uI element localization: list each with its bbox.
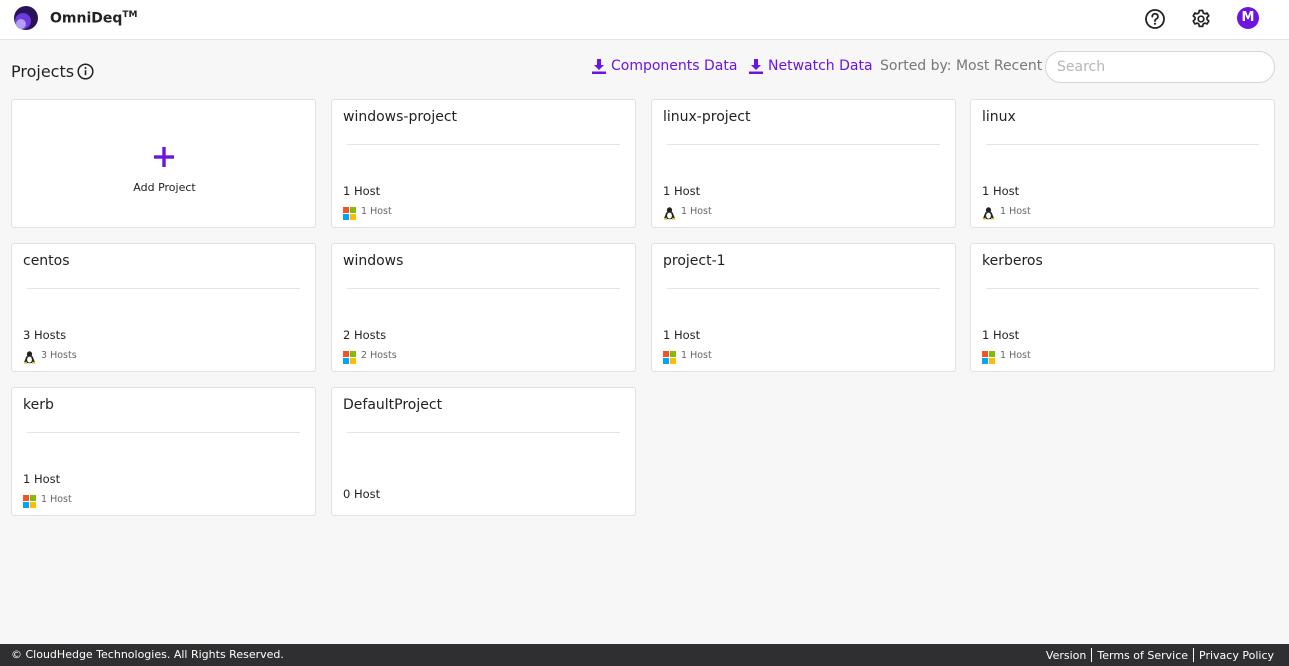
project-card[interactable]: kerberos 1 Host 1 Host [970, 243, 1275, 372]
project-name: project-1 [663, 253, 726, 269]
card-divider [347, 432, 620, 433]
os-host-count: 2 Hosts [361, 350, 397, 361]
terms-of-service-link[interactable]: Terms of Service [1097, 649, 1188, 662]
page-title: Projects [11, 62, 75, 81]
linux-icon [23, 351, 36, 364]
host-count: 1 Host [982, 328, 1020, 342]
version-link[interactable]: Version [1046, 649, 1086, 662]
project-card[interactable]: linux-project 1 Host 1 Host [651, 99, 956, 228]
project-name: kerb [23, 397, 54, 413]
add-project-label: Add Project [133, 181, 196, 194]
netwatch-data-download-button[interactable]: Netwatch Data [749, 58, 873, 76]
omnideq-logo-icon[interactable] [13, 5, 39, 31]
card-divider [986, 144, 1259, 145]
copyright-text: © CloudHedge Technologies. All Rights Re… [11, 648, 284, 661]
components-data-download-button[interactable]: Components Data [592, 58, 737, 76]
card-divider [986, 288, 1259, 289]
info-icon[interactable] [77, 63, 94, 80]
windows-icon [982, 351, 995, 364]
windows-icon [23, 495, 36, 508]
linux-icon [663, 207, 676, 220]
user-avatar[interactable]: M [1237, 7, 1259, 29]
footer-separator [1193, 648, 1195, 662]
settings-gear-icon[interactable] [1190, 8, 1212, 30]
project-name: windows-project [343, 109, 458, 125]
card-divider [27, 288, 300, 289]
card-divider [347, 144, 620, 145]
windows-icon [663, 351, 676, 364]
sort-selector[interactable]: Sorted by: Most Recent [880, 58, 1042, 74]
project-name: windows [343, 253, 404, 269]
search-input[interactable] [1045, 51, 1275, 83]
project-name: linux-project [663, 109, 751, 125]
footer: © CloudHedge Technologies. All Rights Re… [0, 644, 1289, 666]
host-count: 1 Host [982, 184, 1020, 198]
footer-links: Version Terms of Service Privacy Policy [1046, 648, 1274, 662]
project-card[interactable]: centos 3 Hosts 3 Hosts [11, 243, 316, 372]
windows-icon [343, 351, 356, 364]
project-name: kerberos [982, 253, 1043, 269]
plus-icon [154, 147, 174, 167]
os-host-count: 1 Host [41, 494, 72, 505]
card-divider [347, 288, 620, 289]
project-name: centos [23, 253, 70, 269]
card-divider [667, 144, 940, 145]
project-card[interactable]: project-1 1 Host 1 Host [651, 243, 956, 372]
components-data-label: Components Data [611, 58, 738, 74]
brand-text: OmniDeq [50, 10, 123, 27]
host-count: 1 Host [23, 472, 61, 486]
add-project-card[interactable]: Add Project [11, 99, 316, 228]
trademark-mark: TM [122, 10, 138, 20]
project-card[interactable]: windows-project 1 Host 1 Host [331, 99, 636, 228]
host-count: 3 Hosts [23, 328, 67, 342]
windows-icon [343, 207, 356, 220]
privacy-policy-link[interactable]: Privacy Policy [1199, 649, 1274, 662]
netwatch-data-label: Netwatch Data [768, 58, 873, 74]
help-icon[interactable] [1144, 8, 1166, 30]
host-count: 2 Hosts [343, 328, 387, 342]
os-host-count: 3 Hosts [41, 350, 77, 361]
project-card[interactable]: linux 1 Host 1 Host [970, 99, 1275, 228]
host-count: 0 Host [343, 487, 381, 501]
project-card[interactable]: windows 2 Hosts 2 Hosts [331, 243, 636, 372]
host-count: 1 Host [343, 184, 381, 198]
project-card[interactable]: kerb 1 Host 1 Host [11, 387, 316, 516]
os-host-count: 1 Host [1000, 206, 1031, 217]
project-name: linux [982, 109, 1016, 125]
host-count: 1 Host [663, 328, 701, 342]
top-bar: OmniDeqTM M [0, 0, 1289, 40]
download-icon [592, 59, 606, 74]
download-icon [749, 59, 763, 74]
host-count: 1 Host [663, 184, 701, 198]
os-host-count: 1 Host [1000, 350, 1031, 361]
project-name: DefaultProject [343, 397, 443, 413]
project-card[interactable]: DefaultProject 0 Host [331, 387, 636, 516]
os-host-count: 1 Host [681, 206, 712, 217]
linux-icon [982, 207, 995, 220]
card-divider [27, 432, 300, 433]
card-divider [667, 288, 940, 289]
footer-separator [1091, 648, 1093, 662]
os-host-count: 1 Host [361, 206, 392, 217]
brand-name[interactable]: OmniDeqTM [50, 10, 138, 27]
os-host-count: 1 Host [681, 350, 712, 361]
